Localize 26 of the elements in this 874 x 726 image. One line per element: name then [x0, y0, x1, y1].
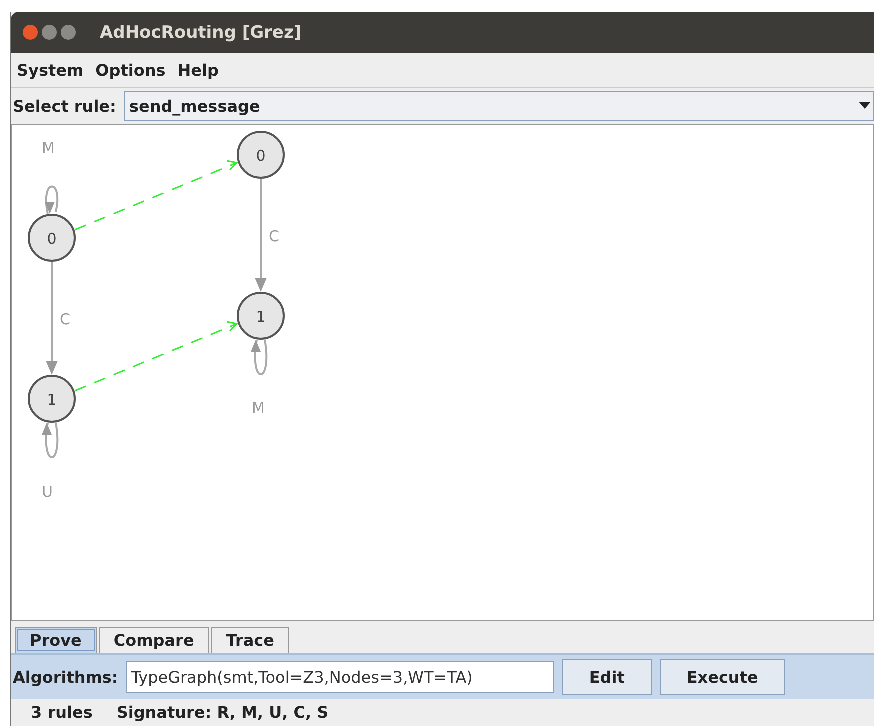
graph-node: 1 — [28, 375, 76, 423]
rule-count: 3 rules — [31, 703, 93, 722]
field-label: Algorithms: — [13, 668, 118, 686]
tab[interactable]: Trace — [211, 627, 290, 653]
signature-text: Signature: R, M, U, C, S — [116, 703, 329, 722]
loop-edge: M — [42, 139, 59, 214]
close-icon[interactable] — [23, 25, 38, 40]
menu-item[interactable]: Options — [96, 60, 166, 80]
tab[interactable]: Prove — [15, 627, 97, 653]
menu-item[interactable]: Help — [178, 60, 219, 80]
graph-node: 0 — [28, 214, 76, 262]
graph-node: 1 — [237, 292, 285, 340]
rule-dropdown[interactable]: send_message — [124, 91, 874, 121]
action-button[interactable]: Execute — [660, 659, 786, 695]
tab[interactable]: Compare — [98, 627, 210, 653]
maximize-icon[interactable] — [61, 25, 76, 40]
graph-node: 0 — [237, 131, 285, 179]
loop-edge: M — [251, 340, 268, 417]
field-label: Select rule: — [13, 96, 116, 116]
loop-edge: U — [42, 422, 59, 501]
algorithms-field[interactable]: TypeGraph(smt,Tool=Z3,Nodes=3,WT=TA) — [126, 661, 554, 693]
minimize-icon[interactable] — [42, 25, 57, 40]
action-button[interactable]: Edit — [562, 659, 652, 695]
dropdown-caret-icon — [859, 102, 871, 110]
menu-item[interactable]: System — [17, 60, 84, 80]
window-title: AdHocRouting [Grez] — [100, 22, 302, 42]
